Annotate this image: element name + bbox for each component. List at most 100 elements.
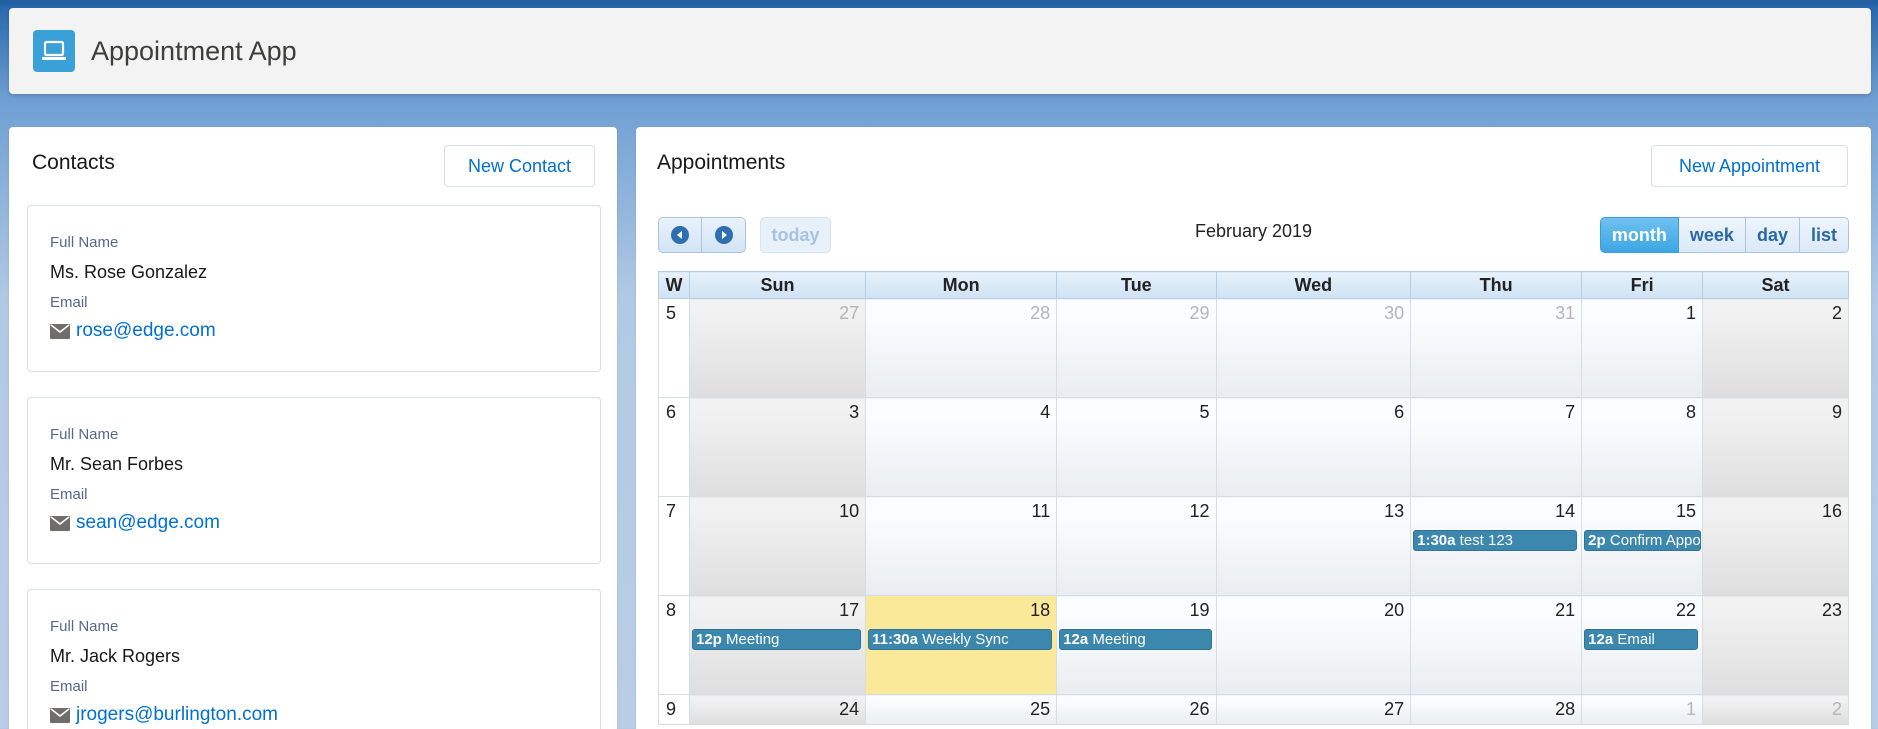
day-cell[interactable]: 6 (1215, 397, 1412, 497)
day-cell[interactable]: 13 (1215, 496, 1412, 596)
day-cell[interactable]: 27 (688, 298, 867, 398)
day-number: 11 (1031, 501, 1051, 521)
day-cell[interactable]: 26 (1056, 694, 1217, 725)
day-number: 27 (839, 303, 860, 323)
day-number: 15 (1675, 501, 1696, 521)
day-cell[interactable]: 16 (1702, 496, 1849, 596)
event-title: Confirm Appointmer (1609, 532, 1701, 549)
day-number: 28 (1030, 303, 1051, 323)
day-cell[interactable]: 23 (1702, 595, 1849, 695)
calendar-event[interactable]: 11:30a Weekly Sync (868, 629, 1053, 650)
day-cell[interactable]: 8 (1581, 397, 1703, 497)
calendar-event[interactable]: 1:30a test 123 (1413, 530, 1578, 551)
email-icon (50, 515, 70, 531)
day-number: 7 (1565, 402, 1576, 422)
day-number: 21 (1555, 600, 1576, 620)
week-number: 9 (658, 694, 690, 725)
new-appointment-button[interactable]: New Appointment (1651, 145, 1848, 187)
calendar-event[interactable]: 2p Confirm Appointmer (1584, 530, 1701, 551)
contact-email-link[interactable]: jrogers@burlington.com (76, 704, 278, 726)
week-number-header: W (658, 271, 690, 299)
view-week-button[interactable]: week (1678, 217, 1746, 253)
day-number: 2 (1831, 699, 1842, 719)
day-number: 14 (1555, 501, 1576, 521)
day-cell[interactable]: 21 (1410, 595, 1583, 695)
day-cell-today[interactable]: 18 11:30a Weekly Sync (865, 595, 1058, 695)
day-number: 16 (1821, 501, 1842, 521)
appointments-panel: Appointments New Appointment today Febru… (636, 127, 1871, 729)
contact-card[interactable]: Full Name Ms. Rose Gonzalez Email rose@e… (27, 205, 601, 372)
day-cell[interactable]: 3 (688, 397, 867, 497)
day-cell[interactable]: 9 (1702, 397, 1849, 497)
calendar-event[interactable]: 12a Email (1584, 629, 1698, 650)
day-cell[interactable]: 22 12a Email (1581, 595, 1703, 695)
view-month-button[interactable]: month (1599, 217, 1679, 253)
event-title: Email (1617, 631, 1655, 648)
day-cell[interactable]: 1 (1581, 694, 1703, 725)
event-time: 12a (1063, 631, 1089, 648)
calendar-event[interactable]: 12p Meeting (692, 629, 862, 650)
day-cell[interactable]: 12 (1056, 496, 1217, 596)
week-row: 5 27 28 29 30 31 1 2 (658, 298, 1849, 398)
week-number: 6 (658, 397, 690, 497)
weekday-header: Mon (865, 271, 1058, 299)
day-cell[interactable]: 25 (865, 694, 1058, 725)
weekday-header: Wed (1215, 271, 1412, 299)
view-switcher: month week day list (1599, 217, 1849, 253)
email-label: Email (50, 678, 88, 695)
event-title: Weekly Sync (922, 631, 1009, 648)
day-cell[interactable]: 11 (865, 496, 1058, 596)
day-cell[interactable]: 24 (688, 694, 867, 725)
day-cell[interactable]: 31 (1410, 298, 1583, 398)
day-cell[interactable]: 20 (1215, 595, 1412, 695)
day-number: 18 (1030, 600, 1051, 620)
day-number: 30 (1384, 303, 1405, 323)
day-number: 13 (1384, 501, 1405, 521)
day-number: 29 (1189, 303, 1210, 323)
day-number: 1 (1685, 303, 1696, 323)
day-cell[interactable]: 10 (688, 496, 867, 596)
laptop-icon (33, 30, 75, 72)
view-list-button[interactable]: list (1799, 217, 1849, 253)
day-cell[interactable]: 14 1:30a test 123 (1410, 496, 1583, 596)
full-name-label: Full Name (50, 426, 119, 443)
day-cell[interactable]: 19 12a Meeting (1056, 595, 1217, 695)
day-cell[interactable]: 28 (1410, 694, 1583, 725)
new-contact-button[interactable]: New Contact (444, 145, 595, 187)
day-cell[interactable]: 28 (865, 298, 1058, 398)
email-label: Email (50, 486, 88, 503)
full-name-label: Full Name (50, 234, 119, 251)
week-number: 8 (658, 595, 690, 695)
day-cell[interactable]: 17 12p Meeting (688, 595, 867, 695)
month-grid: W Sun Mon Tue Wed Thu Fri Sat 5 27 28 29… (658, 271, 1849, 725)
day-cell[interactable]: 29 (1056, 298, 1217, 398)
day-cell[interactable]: 2 (1702, 298, 1849, 398)
view-day-button[interactable]: day (1745, 217, 1800, 253)
event-time: 12p (696, 631, 722, 648)
day-number: 27 (1384, 699, 1405, 719)
day-cell[interactable]: 15 2p Confirm Appointmer (1581, 496, 1703, 596)
contact-email-link[interactable]: rose@edge.com (76, 320, 216, 342)
day-cell[interactable]: 7 (1410, 397, 1583, 497)
event-time: 12a (1588, 631, 1614, 648)
contact-email-link[interactable]: sean@edge.com (76, 512, 220, 534)
day-cell[interactable]: 5 (1056, 397, 1217, 497)
week-number: 7 (658, 496, 690, 596)
day-number: 4 (1040, 402, 1051, 422)
day-number: 5 (1199, 402, 1210, 422)
contact-card[interactable]: Full Name Mr. Sean Forbes Email sean@edg… (27, 397, 601, 564)
day-cell[interactable]: 4 (865, 397, 1058, 497)
day-number: 6 (1394, 402, 1405, 422)
day-number: 24 (839, 699, 860, 719)
event-time: 11:30a (872, 631, 918, 648)
weekday-header: Fri (1581, 271, 1703, 299)
contact-card[interactable]: Full Name Mr. Jack Rogers Email jrogers@… (27, 589, 601, 729)
day-cell[interactable]: 30 (1215, 298, 1412, 398)
day-cell[interactable]: 2 (1702, 694, 1849, 725)
weekday-header: Sun (688, 271, 867, 299)
day-number: 10 (839, 501, 860, 521)
calendar-event[interactable]: 12a Meeting (1059, 629, 1212, 650)
day-cell[interactable]: 1 (1581, 298, 1703, 398)
week-row: 9 24 25 26 27 28 1 2 (658, 694, 1849, 725)
day-cell[interactable]: 27 (1215, 694, 1412, 725)
